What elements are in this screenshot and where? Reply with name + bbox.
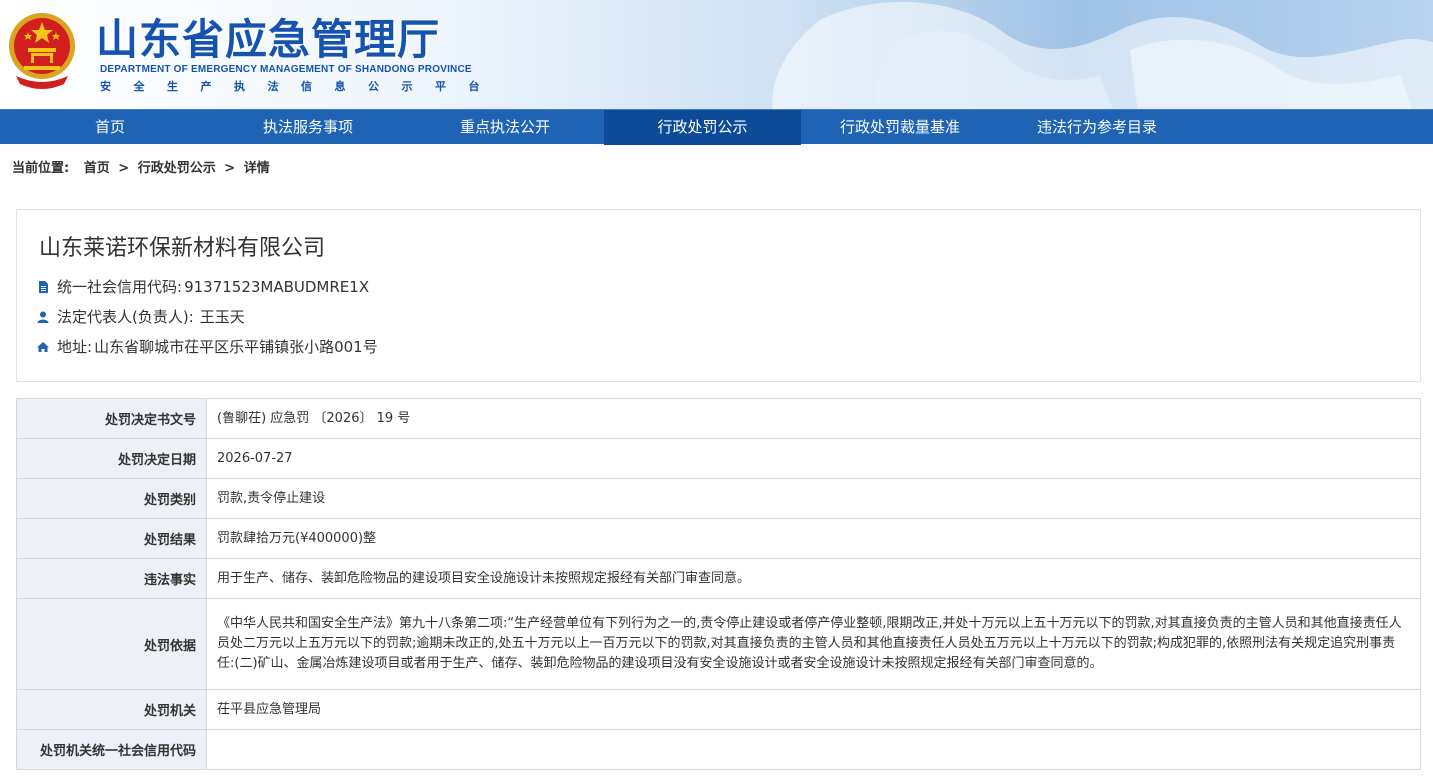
row-label: 处罚类别 <box>16 478 207 519</box>
breadcrumb-home-link[interactable]: 首页 <box>84 161 110 176</box>
user-icon <box>37 311 49 323</box>
row-value: (鲁聊茌) 应急罚 〔2026〕 19 号 <box>206 398 1421 439</box>
address-label: 地址: <box>57 338 93 356</box>
main-nav: 首页 执法服务事项 重点执法公开 行政处罚公示 行政处罚裁量基准 违法行为参考目… <box>0 109 1433 145</box>
table-row: 处罚机关统一社会信用代码 <box>16 729 1421 770</box>
breadcrumb-penalty-link[interactable]: 行政处罚公示 <box>138 161 216 176</box>
company-name: 山东莱诺环保新材料有限公司 <box>39 236 326 261</box>
address-value: 山东省聊城市茌平区乐平铺镇张小路001号 <box>94 338 378 356</box>
row-label: 处罚机关 <box>16 689 207 730</box>
row-label: 违法事实 <box>16 558 207 599</box>
breadcrumb-current: 详情 <box>243 161 270 176</box>
row-value: 茌平县应急管理局 <box>206 689 1421 730</box>
penalty-detail-table: 处罚决定书文号 (鲁聊茌) 应急罚 〔2026〕 19 号 处罚决定日期 202… <box>16 398 1421 770</box>
table-row: 违法事实 用于生产、储存、装卸危险物品的建设项目安全设施设计未按照规定报经有关部… <box>16 558 1421 599</box>
table-row: 处罚决定书文号 (鲁聊茌) 应急罚 〔2026〕 19 号 <box>16 398 1421 439</box>
row-label: 处罚机关统一社会信用代码 <box>16 729 207 770</box>
site-title: 山东省应急管理厅 <box>96 15 441 64</box>
nav-item-penalty-benchmark[interactable]: 行政处罚裁量基准 <box>802 110 998 145</box>
row-value: 罚款肆拾万元(¥400000)整 <box>206 518 1421 559</box>
address-row: 地址: 山东省聊城市茌平区乐平铺镇张小路001号 <box>37 337 378 357</box>
legal-rep-label: 法定代表人(负责人): <box>57 308 194 326</box>
table-row: 处罚依据 《中华人民共和国安全生产法》第九十八条第二项:“生产经营单位有下列行为… <box>16 598 1421 690</box>
shandong-map-graphic <box>772 1 1433 109</box>
nav-item-administrative-penalty[interactable]: 行政处罚公示 <box>604 110 801 145</box>
table-row: 处罚结果 罚款肆拾万元(¥400000)整 <box>16 518 1421 559</box>
nav-item-key-enforcement[interactable]: 重点执法公开 <box>407 110 603 145</box>
site-title-english: DEPARTMENT OF EMERGENCY MANAGEMENT OF SH… <box>100 64 472 75</box>
table-row: 处罚决定日期 2026-07-27 <box>16 438 1421 479</box>
credit-code-value: 91371523MABUDMRE1X <box>184 278 370 296</box>
row-value: 《中华人民共和国安全生产法》第九十八条第二项:“生产经营单位有下列行为之一的,责… <box>206 598 1421 690</box>
company-info-panel: 山东莱诺环保新材料有限公司 统一社会信用代码: 91371523MABUDMRE1… <box>16 209 1421 382</box>
nav-item-home[interactable]: 首页 <box>12 110 208 145</box>
home-icon <box>37 342 49 352</box>
legal-rep-row: 法定代表人(负责人): 王玉天 <box>37 307 245 327</box>
row-label: 处罚结果 <box>16 518 207 559</box>
breadcrumb-separator: > <box>118 161 130 176</box>
table-row: 处罚类别 罚款,责令停止建设 <box>16 478 1421 519</box>
breadcrumb-separator: > <box>224 161 236 176</box>
breadcrumb: 当前位置: 首页 > 行政处罚公示 > 详情 <box>12 157 274 176</box>
row-value: 2026-07-27 <box>206 438 1421 479</box>
row-value: 罚款,责令停止建设 <box>206 478 1421 519</box>
nav-item-violation-catalog[interactable]: 违法行为参考目录 <box>999 110 1195 145</box>
row-label: 处罚决定日期 <box>16 438 207 479</box>
breadcrumb-label: 当前位置: <box>12 161 70 176</box>
row-value: 用于生产、储存、装卸危险物品的建设项目安全设施设计未按照规定报经有关部门审查同意… <box>206 558 1421 599</box>
legal-rep-value: 王玉天 <box>199 308 245 326</box>
nav-item-enforcement-services[interactable]: 执法服务事项 <box>210 110 406 145</box>
table-row: 处罚机关 茌平县应急管理局 <box>16 689 1421 730</box>
credit-code-label: 统一社会信用代码: <box>57 278 183 296</box>
row-label: 处罚决定书文号 <box>16 398 207 439</box>
site-subtitle: 安全生产执法信息公示平台 <box>100 80 502 93</box>
document-icon <box>39 281 48 293</box>
row-value <box>206 729 1421 770</box>
credit-code-row: 统一社会信用代码: 91371523MABUDMRE1X <box>37 277 369 297</box>
header-banner: 山东省应急管理厅 DEPARTMENT OF EMERGENCY MANAGEM… <box>0 0 1433 109</box>
national-emblem-icon <box>9 13 75 89</box>
row-label: 处罚依据 <box>16 598 207 690</box>
